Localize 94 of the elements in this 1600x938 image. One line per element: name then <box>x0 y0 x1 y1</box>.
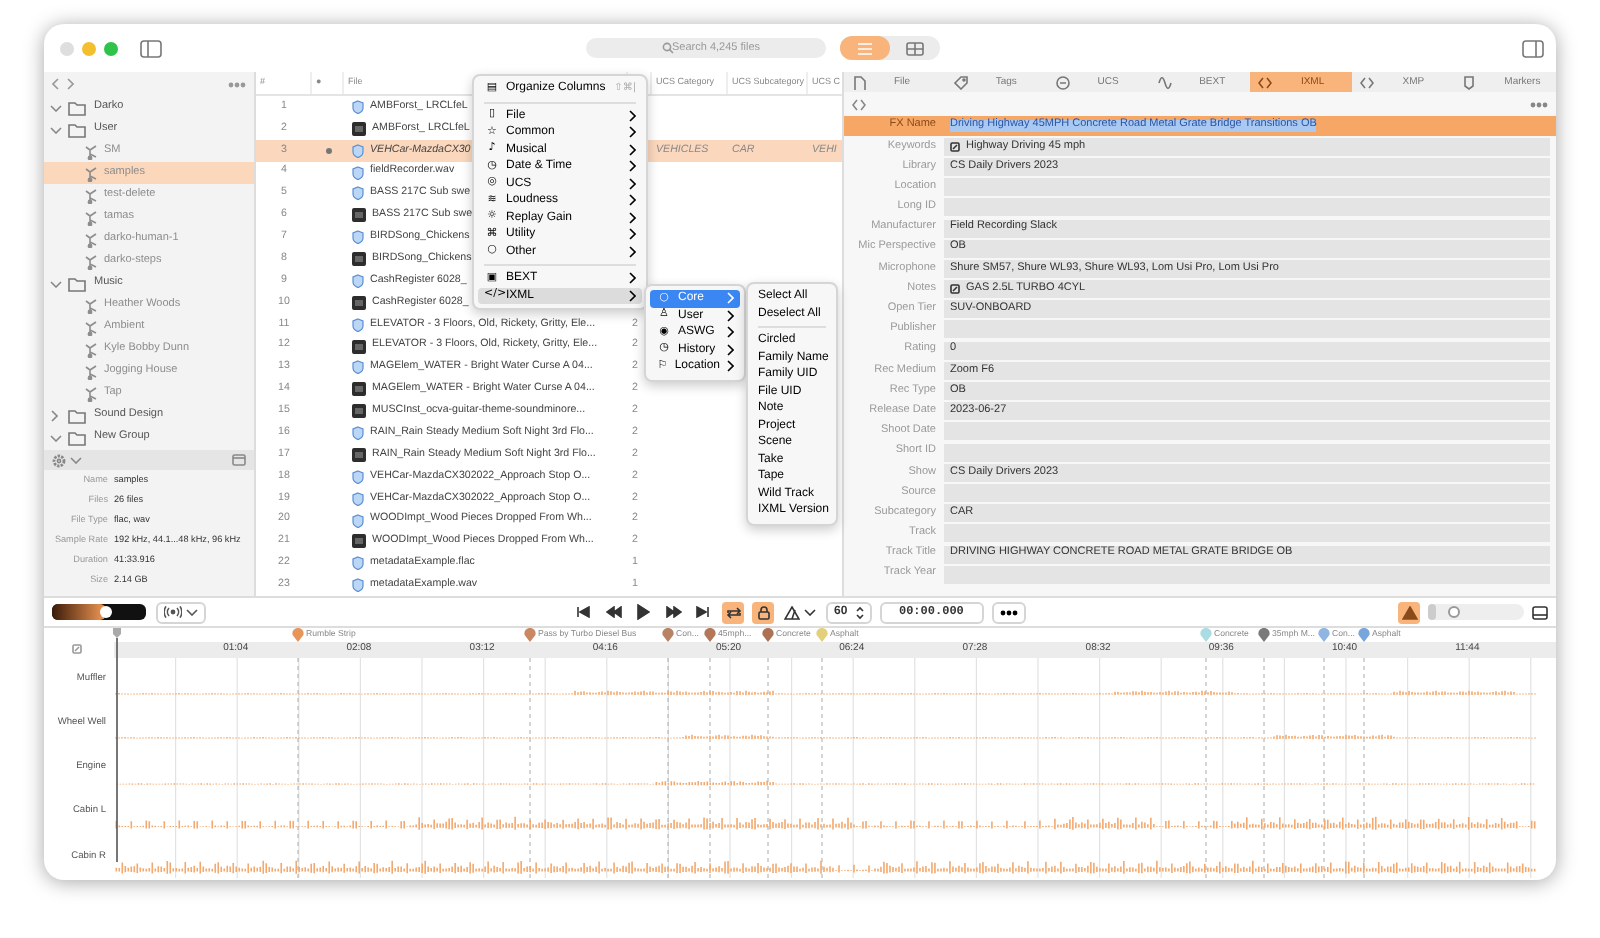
playlist-icon <box>84 385 98 401</box>
triangle-icon <box>784 605 800 619</box>
back-icon[interactable] <box>52 78 60 90</box>
playlist-icon <box>84 341 98 357</box>
cover-art-icon <box>352 295 366 310</box>
triangle-icon <box>1401 605 1417 619</box>
inspector-toggle-icon[interactable] <box>1522 39 1544 57</box>
volume-slider[interactable] <box>52 604 146 620</box>
playlist-icon <box>84 253 98 269</box>
pin-icon <box>1462 75 1477 89</box>
audio-file-icon <box>352 99 364 114</box>
marker-pin-icon[interactable] <box>662 628 674 642</box>
sidebar-toggle-icon[interactable] <box>140 39 162 57</box>
play-icon <box>636 604 650 620</box>
playlist-icon <box>84 143 98 159</box>
wave-icon <box>1157 75 1172 89</box>
lock-button[interactable] <box>752 601 774 623</box>
marker-pin-icon[interactable] <box>704 628 716 642</box>
play-button[interactable] <box>632 601 654 623</box>
edit-icon <box>950 284 960 295</box>
skip-forward-icon <box>696 606 710 618</box>
audio-file-icon <box>352 317 364 332</box>
cover-art-icon <box>352 252 366 267</box>
list-view-icon <box>854 39 876 57</box>
skip-back-button[interactable] <box>572 601 594 623</box>
chevron-down-icon <box>804 608 816 616</box>
zoom-button[interactable] <box>104 41 118 55</box>
marker-pin-icon[interactable] <box>1318 628 1330 642</box>
rewind-button[interactable] <box>602 601 624 623</box>
playlist-icon <box>84 187 98 203</box>
collapse-icon[interactable] <box>72 644 82 654</box>
more-icon[interactable] <box>1530 101 1548 107</box>
playlist-icon <box>84 231 98 247</box>
rewind-icon <box>605 606 621 618</box>
fast-forward-icon <box>665 606 681 618</box>
marker-pin-icon[interactable] <box>1200 628 1212 642</box>
marker-pin-icon[interactable] <box>1258 628 1270 642</box>
lock-icon <box>757 605 769 619</box>
marker-pin-icon[interactable] <box>1358 628 1370 642</box>
folder-icon <box>68 275 88 291</box>
cover-art-icon <box>352 121 366 136</box>
metronome-button[interactable] <box>782 601 818 623</box>
chevron-right-icon <box>50 409 58 421</box>
stepper-icon <box>855 605 864 619</box>
cover-art-icon <box>352 447 366 462</box>
skip-back-icon <box>576 606 590 618</box>
marker-pin-icon[interactable] <box>524 628 536 642</box>
cover-art-icon <box>352 534 366 549</box>
playlist-icon <box>84 209 98 225</box>
cover-art-icon <box>352 339 366 354</box>
circle-icon <box>1055 75 1070 89</box>
audio-file-icon <box>352 360 364 375</box>
more-icon[interactable] <box>228 81 246 87</box>
edit-icon <box>950 141 960 152</box>
playlist-icon <box>84 363 98 379</box>
loop-icon <box>725 605 741 619</box>
code-icon <box>852 97 866 111</box>
playlist-icon <box>84 165 98 181</box>
chevron-down-icon <box>50 279 62 287</box>
panel-icon[interactable] <box>1532 605 1548 619</box>
playlist-icon <box>84 319 98 335</box>
marked-dot-icon <box>325 147 331 154</box>
chevron-down-icon <box>186 608 198 616</box>
marker-pin-icon[interactable] <box>292 628 304 642</box>
chevron-down-icon <box>50 103 62 111</box>
forward-icon[interactable] <box>66 78 74 90</box>
minimize-button[interactable] <box>82 41 96 55</box>
playlist-icon <box>84 297 98 313</box>
broadcast-icon <box>164 606 182 618</box>
code-icon <box>1360 75 1375 89</box>
waveform-tool-button[interactable] <box>1398 601 1420 623</box>
audio-file-icon <box>352 230 364 245</box>
view-mode-button[interactable] <box>840 36 890 60</box>
marker-pin-icon[interactable] <box>762 628 774 642</box>
marker-pin-icon[interactable] <box>816 628 828 642</box>
cover-art-icon <box>352 208 366 223</box>
chevron-down-icon <box>70 456 82 464</box>
more-icon <box>999 609 1018 615</box>
chevron-down-icon <box>50 433 62 441</box>
tag-icon <box>953 75 968 89</box>
zoom-slider[interactable] <box>1428 604 1524 620</box>
grid-view-icon <box>904 39 926 57</box>
audio-file-icon <box>352 273 364 288</box>
gear-icon[interactable] <box>52 453 66 467</box>
loop-button[interactable] <box>722 601 744 623</box>
file-icon <box>852 75 866 89</box>
skip-forward-button[interactable] <box>692 601 714 623</box>
audio-file-icon <box>352 426 364 441</box>
output-button[interactable] <box>156 601 206 623</box>
playhead[interactable] <box>112 628 122 862</box>
fast-forward-button[interactable] <box>662 601 684 623</box>
code-icon <box>1258 75 1273 89</box>
more-button[interactable] <box>991 601 1026 623</box>
chevron-down-icon <box>50 125 62 133</box>
